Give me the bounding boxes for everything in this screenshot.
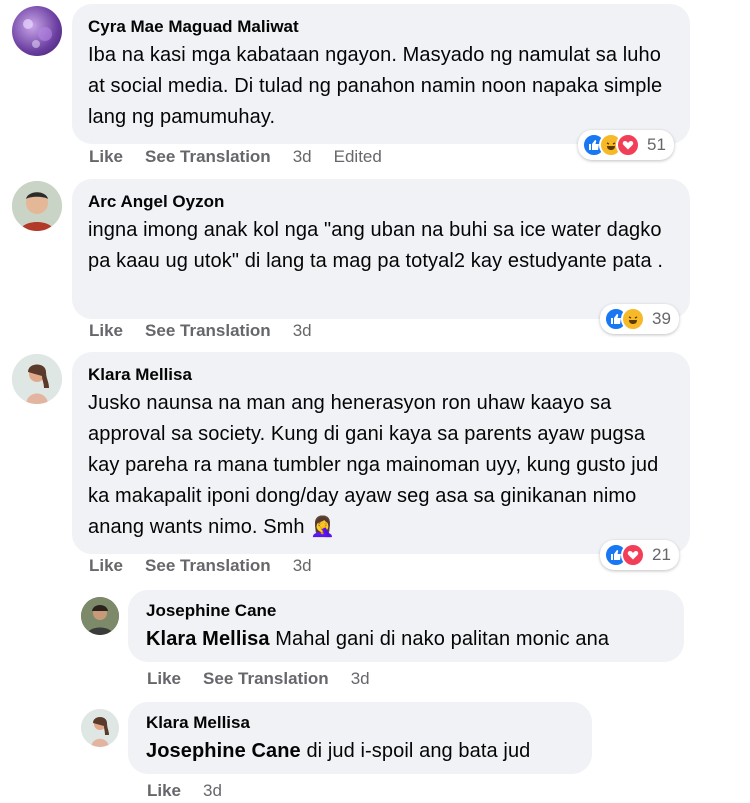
comment-actions: Like See Translation 3d Edited xyxy=(89,147,404,167)
comment-text: ingna imong anak kol nga "ang uban na bu… xyxy=(88,219,663,272)
reply-bubble: Klara Mellisa Josephine Cane di jud i-sp… xyxy=(128,702,592,774)
timestamp[interactable]: 3d xyxy=(293,321,312,341)
see-translation-button[interactable]: See Translation xyxy=(145,147,271,167)
reply-author[interactable]: Klara Mellisa xyxy=(146,712,574,734)
like-button[interactable]: Like xyxy=(89,321,123,341)
reaction-summary[interactable]: 51 xyxy=(578,130,674,160)
see-translation-button[interactable]: See Translation xyxy=(203,669,329,689)
reaction-summary[interactable]: 21 xyxy=(600,540,679,570)
comment-author[interactable]: Klara Mellisa xyxy=(88,364,674,386)
like-button[interactable]: Like xyxy=(147,669,181,689)
love-icon xyxy=(616,133,640,157)
facepalm-emoji: 🤦‍♀️ xyxy=(310,516,336,538)
comment-actions: Like See Translation 3d xyxy=(89,321,334,341)
haha-icon xyxy=(621,307,645,331)
reply-text-body: Mahal gani di nako palitan monic ana xyxy=(269,628,610,650)
comment-author[interactable]: Cyra Mae Maguad Maliwat xyxy=(88,16,674,38)
avatar[interactable] xyxy=(81,709,119,747)
avatar-image xyxy=(81,597,119,635)
reaction-count: 51 xyxy=(647,135,666,154)
love-icon xyxy=(621,543,645,567)
reply-text-body: di jud i-spoil ang bata jud xyxy=(300,740,531,762)
reply-author[interactable]: Josephine Cane xyxy=(146,600,666,622)
mention-link[interactable]: Josephine Cane xyxy=(146,740,301,762)
comment-author[interactable]: Arc Angel Oyzon xyxy=(88,191,674,213)
like-button[interactable]: Like xyxy=(89,147,123,167)
avatar-image xyxy=(81,709,119,747)
comment-text-body: Jusko naunsa na man ang henerasyon ron u… xyxy=(88,392,659,538)
reply-text: Klara Mellisa Mahal gani di nako palitan… xyxy=(146,624,666,655)
timestamp[interactable]: 3d xyxy=(293,556,312,576)
reply-actions: Like See Translation 3d xyxy=(147,669,392,689)
reply-bubble: Josephine Cane Klara Mellisa Mahal gani … xyxy=(128,590,684,662)
timestamp[interactable]: 3d xyxy=(293,147,312,167)
comment-actions: Like See Translation 3d xyxy=(89,556,334,576)
like-button[interactable]: Like xyxy=(89,556,123,576)
comment-text: Jusko naunsa na man ang henerasyon ron u… xyxy=(88,388,674,543)
comment-bubble: Arc Angel Oyzon ingna imong anak kol nga… xyxy=(72,179,690,319)
reaction-summary[interactable]: 39 xyxy=(600,304,679,334)
comment-bubble: Klara Mellisa Jusko naunsa na man ang he… xyxy=(72,352,690,554)
avatar[interactable] xyxy=(12,6,62,56)
avatar-image xyxy=(12,181,62,231)
see-translation-button[interactable]: See Translation xyxy=(145,321,271,341)
comment-text: Iba na kasi mga kabataan ngayon. Masyado… xyxy=(88,44,663,128)
edited-label[interactable]: Edited xyxy=(334,147,382,167)
comment-bubble: Cyra Mae Maguad Maliwat Iba na kasi mga … xyxy=(72,4,690,144)
avatar[interactable] xyxy=(81,597,119,635)
timestamp[interactable]: 3d xyxy=(203,781,222,801)
reaction-count: 21 xyxy=(652,545,671,564)
reply-actions: Like 3d xyxy=(147,781,244,801)
avatar[interactable] xyxy=(12,354,62,404)
avatar[interactable] xyxy=(12,181,62,231)
timestamp[interactable]: 3d xyxy=(351,669,370,689)
see-translation-button[interactable]: See Translation xyxy=(145,556,271,576)
reply-text: Josephine Cane di jud i-spoil ang bata j… xyxy=(146,736,574,767)
reaction-count: 39 xyxy=(652,309,671,328)
like-button[interactable]: Like xyxy=(147,781,181,801)
avatar-image xyxy=(23,19,52,48)
avatar-image xyxy=(12,354,62,404)
mention-link[interactable]: Klara Mellisa xyxy=(146,628,270,650)
